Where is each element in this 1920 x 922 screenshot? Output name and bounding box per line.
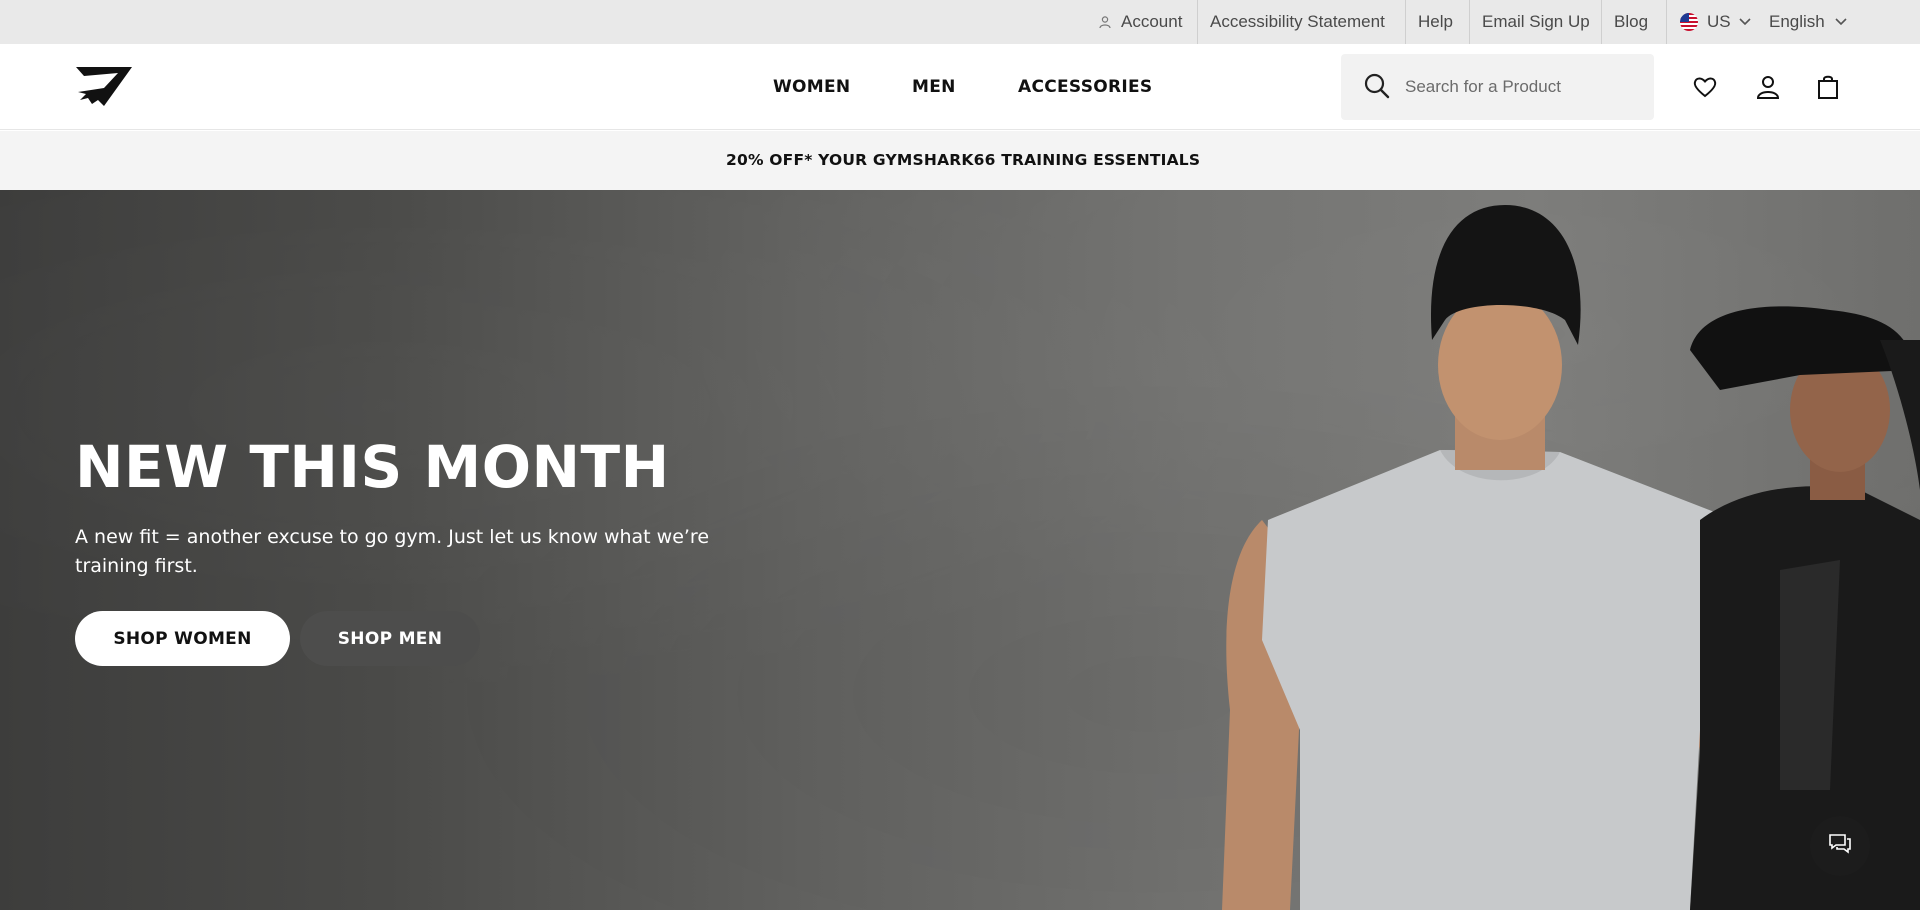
shop-men-button[interactable]: SHOP MEN bbox=[300, 611, 480, 666]
heart-icon[interactable] bbox=[1690, 72, 1720, 102]
language-selector[interactable]: English bbox=[1757, 0, 1859, 44]
email-signup-link[interactable]: Email Sign Up bbox=[1470, 0, 1602, 44]
nav-accessories[interactable]: ACCESSORIES bbox=[1018, 77, 1152, 97]
hero-banner: NEW THIS MONTH A new fit = another excus… bbox=[0, 190, 1920, 910]
us-flag-icon bbox=[1679, 12, 1699, 32]
account-link[interactable]: Account bbox=[1086, 0, 1194, 44]
help-link[interactable]: Help bbox=[1406, 0, 1465, 44]
hero-title: NEW THIS MONTH bbox=[75, 433, 670, 501]
nav-women[interactable]: WOMEN bbox=[773, 77, 850, 97]
user-icon[interactable] bbox=[1753, 72, 1783, 102]
promo-banner[interactable]: 20% OFF* YOUR GYMSHARK66 TRAINING ESSENT… bbox=[0, 131, 1920, 190]
region-selector[interactable]: US bbox=[1667, 0, 1763, 44]
shop-women-button[interactable]: SHOP WOMEN bbox=[75, 611, 290, 666]
language-label: English bbox=[1769, 12, 1825, 31]
site-header: WOMEN MEN ACCESSORIES bbox=[0, 44, 1920, 130]
search-box[interactable] bbox=[1341, 54, 1654, 120]
page-bottom-strip bbox=[0, 910, 1920, 922]
search-icon[interactable] bbox=[1363, 72, 1391, 105]
hero-subtitle: A new fit = another excuse to go gym. Ju… bbox=[75, 526, 710, 577]
nav-men[interactable]: MEN bbox=[912, 77, 956, 97]
search-input[interactable] bbox=[1405, 74, 1635, 100]
account-label: Account bbox=[1121, 12, 1183, 31]
chevron-down-icon bbox=[1739, 18, 1751, 26]
blog-link[interactable]: Blog bbox=[1602, 0, 1660, 44]
chat-button[interactable] bbox=[1810, 816, 1870, 876]
promo-text: 20% OFF* YOUR GYMSHARK66 TRAINING ESSENT… bbox=[726, 151, 1201, 169]
person-icon bbox=[1098, 15, 1112, 29]
gymshark-logo[interactable] bbox=[74, 64, 134, 110]
chevron-down-icon bbox=[1835, 18, 1847, 26]
accessibility-statement-link[interactable]: Accessibility Statement bbox=[1198, 0, 1397, 44]
region-label: US bbox=[1707, 12, 1731, 31]
utility-bar: Account Accessibility Statement Help Ema… bbox=[0, 0, 1920, 44]
chat-icon bbox=[1828, 833, 1852, 860]
bag-icon[interactable] bbox=[1813, 72, 1843, 102]
